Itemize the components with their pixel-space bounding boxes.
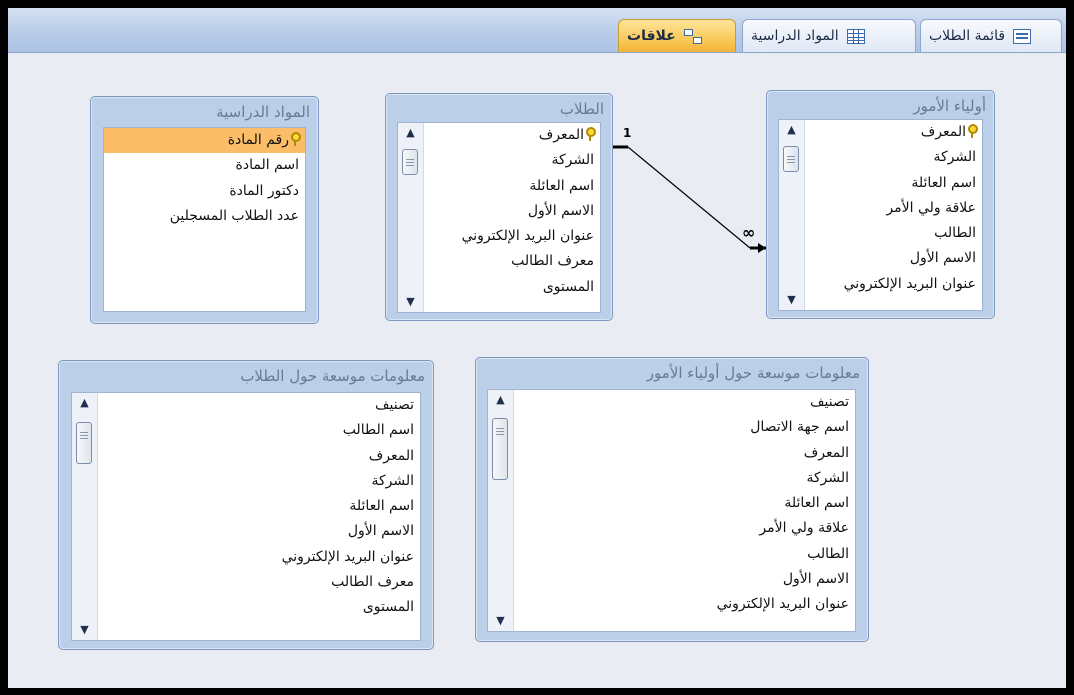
primary-key-icon	[967, 124, 978, 138]
scroll-down-arrow-icon[interactable]: ▼	[488, 611, 513, 631]
vertical-scrollbar[interactable]: ▲ ▼	[72, 393, 98, 640]
field-label: رقم المادة	[227, 132, 289, 148]
tab-label: قائمة الطلاب	[929, 28, 1006, 44]
scroll-up-arrow-icon[interactable]: ▲	[779, 120, 804, 140]
field-item[interactable]: الاسم الأول	[424, 199, 600, 224]
primary-key-icon	[585, 127, 596, 141]
field-list: رقم المادة اسم المادة دكتور المادة عدد ا…	[103, 127, 306, 312]
table-guardians[interactable]: أولياء الأمور ▲ ▼ المعرف الشركة اسم العا…	[766, 90, 995, 319]
field-item[interactable]: الطالب	[805, 221, 982, 246]
field-list: ▲ ▼ المعرف الشركة اسم العائلة علاقة ولي …	[778, 119, 983, 311]
tab-relationships[interactable]: علاقات	[618, 19, 736, 52]
field-item[interactable]: تصنيف	[514, 390, 855, 415]
field-item[interactable]: عنوان البريد الإلكتروني	[805, 272, 982, 297]
form-icon	[1013, 28, 1032, 44]
table-courses[interactable]: المواد الدراسية رقم المادة اسم المادة دك…	[90, 96, 319, 324]
field-item[interactable]: الشركة	[424, 148, 600, 173]
field-item[interactable]: الشركة	[805, 145, 982, 170]
field-item[interactable]: دكتور المادة	[104, 179, 305, 204]
field-item[interactable]: معرف الطالب	[98, 570, 420, 595]
field-item[interactable]: المعرف	[424, 123, 600, 148]
field-item[interactable]: المعرف	[805, 120, 982, 145]
field-item[interactable]: المعرف	[514, 441, 855, 466]
table-students[interactable]: الطلاب ▲ ▼ المعرف الشركة اسم العائلة الا…	[385, 93, 613, 321]
field-item[interactable]: الشركة	[98, 469, 420, 494]
field-item[interactable]: الاسم الأول	[805, 246, 982, 271]
field-item[interactable]: علاقة ولي الأمر	[805, 196, 982, 221]
field-list: ▲ ▼ تصنيف اسم الطالب المعرف الشركة اسم ا…	[71, 392, 421, 641]
field-item[interactable]: تصنيف	[98, 393, 420, 418]
relationship-many-label: ∞	[742, 223, 756, 242]
field-label: المعرف	[538, 127, 584, 143]
field-item[interactable]: اسم الطالب	[98, 418, 420, 443]
table-guardians-extended[interactable]: معلومات موسعة حول أولياء الأمور ▲ ▼ تصني…	[475, 357, 869, 642]
field-item[interactable]: اسم العائلة	[805, 171, 982, 196]
field-item[interactable]: اسم العائلة	[514, 491, 855, 516]
relationship-one-label: 1	[623, 126, 632, 140]
field-label: المعرف	[920, 124, 966, 140]
table-students-extended[interactable]: معلومات موسعة حول الطلاب ▲ ▼ تصنيف اسم ا…	[58, 360, 434, 650]
field-item[interactable]: المستوى	[424, 275, 600, 300]
field-item[interactable]: المعرف	[98, 444, 420, 469]
scroll-up-arrow-icon[interactable]: ▲	[398, 123, 423, 143]
field-item[interactable]: عنوان البريد الإلكتروني	[514, 592, 855, 617]
field-item[interactable]: اسم العائلة	[98, 494, 420, 519]
scroll-up-arrow-icon[interactable]: ▲	[488, 390, 513, 410]
field-item[interactable]: الاسم الأول	[98, 519, 420, 544]
field-item[interactable]: الطالب	[514, 542, 855, 567]
scroll-down-arrow-icon[interactable]: ▼	[779, 290, 804, 310]
table-title: أولياء الأمور	[913, 97, 986, 115]
scroll-thumb[interactable]	[492, 418, 508, 480]
primary-key-icon	[290, 132, 301, 146]
relationships-window: قائمة الطلاب المواد الدراسية علاقات 1 ∞ …	[8, 8, 1066, 688]
vertical-scrollbar[interactable]: ▲ ▼	[398, 123, 424, 312]
field-item[interactable]: عدد الطلاب المسجلين	[104, 204, 305, 229]
tab-label: المواد الدراسية	[751, 28, 839, 44]
scroll-thumb[interactable]	[76, 422, 92, 464]
field-item[interactable]: علاقة ولي الأمر	[514, 516, 855, 541]
field-item[interactable]: اسم المادة	[104, 153, 305, 178]
relationships-icon	[683, 28, 702, 44]
field-item[interactable]: الشركة	[514, 466, 855, 491]
field-item[interactable]: معرف الطالب	[424, 249, 600, 274]
scroll-down-arrow-icon[interactable]: ▼	[72, 620, 97, 640]
field-item[interactable]: عنوان البريد الإلكتروني	[98, 545, 420, 570]
scroll-thumb[interactable]	[402, 149, 418, 175]
field-item[interactable]: عنوان البريد الإلكتروني	[424, 224, 600, 249]
scroll-thumb[interactable]	[783, 146, 799, 172]
field-list: ▲ ▼ تصنيف اسم جهة الاتصال المعرف الشركة …	[487, 389, 856, 632]
table-title: معلومات موسعة حول الطلاب	[240, 367, 425, 385]
field-item[interactable]: المستوى	[98, 595, 420, 620]
field-item[interactable]: اسم العائلة	[424, 174, 600, 199]
field-item[interactable]: الاسم الأول	[514, 567, 855, 592]
field-item[interactable]: اسم جهة الاتصال	[514, 415, 855, 440]
table-icon	[846, 28, 865, 44]
field-list: ▲ ▼ المعرف الشركة اسم العائلة الاسم الأو…	[397, 122, 601, 313]
vertical-scrollbar[interactable]: ▲ ▼	[488, 390, 514, 631]
vertical-scrollbar[interactable]: ▲ ▼	[779, 120, 805, 310]
scroll-down-arrow-icon[interactable]: ▼	[398, 292, 423, 312]
table-title: معلومات موسعة حول أولياء الأمور	[646, 364, 860, 382]
table-title: المواد الدراسية	[216, 103, 310, 121]
tab-students-list[interactable]: قائمة الطلاب	[920, 19, 1062, 52]
table-title: الطلاب	[559, 100, 604, 118]
scroll-up-arrow-icon[interactable]: ▲	[72, 393, 97, 413]
tab-label: علاقات	[627, 28, 676, 44]
field-item[interactable]: رقم المادة	[104, 128, 305, 154]
document-tab-bar: قائمة الطلاب المواد الدراسية علاقات	[8, 8, 1066, 53]
tab-courses[interactable]: المواد الدراسية	[742, 19, 916, 52]
